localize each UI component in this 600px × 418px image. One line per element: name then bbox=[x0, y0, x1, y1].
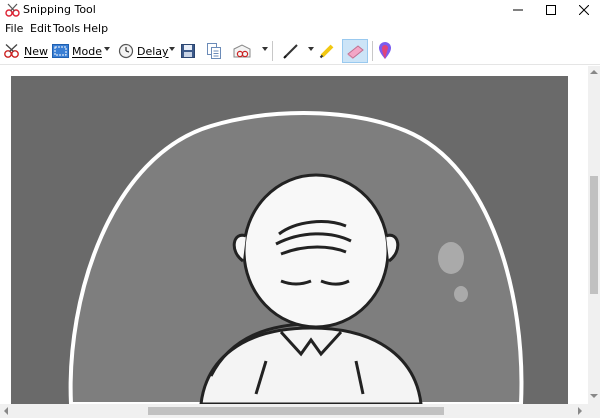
menu-help[interactable]: Help bbox=[83, 22, 108, 35]
snip-new-icon bbox=[4, 44, 19, 58]
save-icon bbox=[181, 44, 195, 58]
maximize-icon bbox=[546, 5, 556, 15]
toolbar-separator bbox=[272, 41, 273, 61]
horizontal-scrollbar[interactable] bbox=[0, 404, 588, 418]
cartoon-illustration bbox=[11, 76, 568, 404]
toolbar: New Mode Delay bbox=[0, 37, 600, 65]
vertical-scrollbar[interactable] bbox=[588, 66, 600, 404]
title-bar: Snipping Tool bbox=[0, 0, 600, 20]
menu-tools[interactable]: Tools bbox=[53, 22, 80, 35]
menu-file[interactable]: File bbox=[5, 22, 23, 35]
mode-icon bbox=[52, 44, 69, 58]
mode-label: Mode bbox=[72, 44, 102, 58]
pen-icon bbox=[283, 44, 298, 59]
new-button[interactable]: New bbox=[3, 40, 48, 62]
close-icon bbox=[579, 5, 589, 15]
menu-edit[interactable]: Edit bbox=[30, 22, 51, 35]
scroll-left-icon[interactable] bbox=[4, 407, 8, 415]
delay-dropdown-icon[interactable] bbox=[169, 47, 175, 51]
eraser-button[interactable] bbox=[342, 39, 368, 63]
scrollbar-corner bbox=[588, 404, 600, 418]
paint3d-icon bbox=[379, 42, 391, 59]
send-snip-icon bbox=[233, 44, 251, 58]
copy-button[interactable] bbox=[207, 40, 222, 62]
eraser-icon bbox=[347, 45, 364, 59]
window-title: Snipping Tool bbox=[23, 3, 96, 16]
snip-canvas bbox=[0, 66, 588, 404]
minimize-icon bbox=[513, 9, 523, 11]
delay-label: Delay bbox=[137, 44, 169, 58]
paint3d-button[interactable] bbox=[378, 40, 392, 62]
copy-icon bbox=[207, 43, 221, 59]
send-dropdown-icon[interactable] bbox=[262, 47, 268, 51]
scroll-right-icon[interactable] bbox=[578, 407, 582, 415]
captured-image bbox=[11, 76, 568, 404]
close-button[interactable] bbox=[561, 0, 600, 20]
scissors-icon bbox=[5, 3, 20, 17]
highlighter-button[interactable] bbox=[318, 40, 336, 62]
toolbar-separator-2 bbox=[372, 41, 373, 61]
delay-button[interactable]: Delay bbox=[118, 40, 169, 62]
highlighter-icon bbox=[319, 44, 334, 59]
save-button[interactable] bbox=[181, 40, 195, 62]
send-snip-button[interactable] bbox=[232, 40, 252, 62]
vertical-scroll-thumb[interactable] bbox=[590, 176, 598, 294]
clock-icon bbox=[118, 43, 134, 59]
pen-button[interactable] bbox=[282, 40, 300, 62]
scroll-up-icon[interactable] bbox=[590, 70, 598, 74]
mode-button[interactable]: Mode bbox=[52, 40, 102, 62]
mode-dropdown-icon[interactable] bbox=[104, 47, 110, 51]
horizontal-scroll-thumb[interactable] bbox=[148, 407, 444, 415]
pen-dropdown-icon[interactable] bbox=[308, 47, 314, 51]
new-label: New bbox=[24, 44, 48, 58]
menu-bar: File Edit Tools Help bbox=[0, 20, 600, 37]
scroll-down-icon[interactable] bbox=[590, 394, 598, 398]
